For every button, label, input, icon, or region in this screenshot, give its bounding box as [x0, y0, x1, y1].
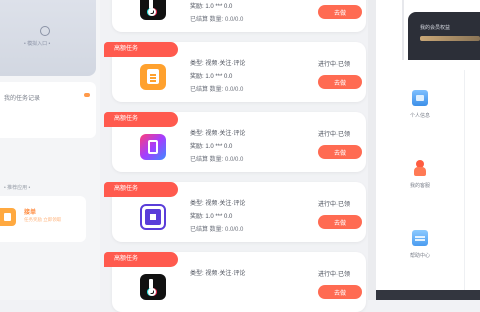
app-document-icon [0, 208, 16, 226]
help-center-menu-item[interactable]: 帮助中心 [396, 216, 456, 276]
task-record-label: 我的任务记录 [4, 96, 41, 102]
tiktok-logo-icon [140, 0, 166, 20]
chevron-right-icon [84, 93, 90, 97]
left-panel: • 模拟入口 • 我的任务记录 • 推荐应用 • 接单 任务奖励 立即领取 [0, 0, 100, 300]
header-divider [402, 0, 404, 60]
do-task-button[interactable]: 去做 [318, 285, 362, 299]
task-type: 类型: 视频·关注·评论 [190, 271, 246, 277]
task-status: 进行中·已领 [318, 62, 350, 68]
task-type: 类型: 视频·关注·评论 [190, 131, 246, 137]
task-type: 类型: 视频·关注·评论 [190, 201, 246, 207]
section-title: • 推荐应用 • [4, 185, 31, 191]
task-ribbon: 高额任务 [104, 112, 178, 127]
task-progress: 已结算 数量: 0.0/0.0 [190, 87, 244, 93]
task-record-card[interactable]: 我的任务记录 [0, 82, 96, 138]
task-card[interactable]: 高额任务 类型: 视频·关注·评论 进行中·已领 去做 [104, 252, 366, 312]
help-center-icon [412, 230, 428, 246]
task-progress: 已结算 数量: 0.0/0.0 [190, 227, 244, 233]
panel-divider [368, 0, 376, 300]
customer-service-menu-item[interactable]: 我的客服 [396, 146, 456, 206]
task-progress: 已结算 数量: 0.0/0.0 [190, 157, 244, 163]
bottom-bar [376, 290, 480, 300]
member-progress-bar [420, 36, 480, 41]
menu-item-label: 个人信息 [409, 113, 430, 119]
menu-item-label: 帮助中心 [409, 253, 430, 259]
task-reward: 奖励: 1.0 *** 0.0 [190, 74, 233, 80]
document-logo-icon [140, 64, 166, 90]
task-card[interactable]: 奖励: 1.0 *** 0.0 已结算 数量: 0.0/0.0 去做 [112, 0, 366, 32]
square-app-logo-icon [140, 204, 166, 230]
menu-item-label: 我的客服 [409, 183, 430, 189]
task-type: 类型: 视频·关注·评论 [190, 61, 246, 67]
task-status: 进行中·已领 [318, 272, 350, 278]
profile-menu-item[interactable]: 个人信息 [396, 76, 456, 136]
member-header: 我的会员权益 [376, 0, 480, 60]
profile-card-icon [412, 90, 428, 106]
recommended-app-card[interactable]: 接单 任务奖励 立即领取 [0, 196, 86, 242]
task-status: 进行中·已领 [318, 132, 350, 138]
gradient-app-logo-icon [140, 134, 166, 160]
task-reward: 奖励: 1.0 *** 0.0 [190, 144, 233, 150]
customer-service-icon [412, 160, 428, 176]
do-task-button[interactable]: 去做 [318, 145, 362, 159]
task-ribbon: 高额任务 [104, 182, 178, 197]
task-ribbon: 高额任务 [104, 252, 178, 267]
banner-icon [40, 26, 50, 36]
do-task-button[interactable]: 去做 [318, 5, 362, 19]
task-list: 奖励: 1.0 *** 0.0 已结算 数量: 0.0/0.0 去做 高额任务 … [104, 0, 368, 312]
app-subtitle: 任务奖励 立即领取 [24, 217, 62, 222]
member-card[interactable]: 我的会员权益 [408, 12, 480, 60]
task-card[interactable]: 高额任务 类型: 视频·关注·评论 奖励: 1.0 *** 0.0 已结算 数量… [104, 112, 366, 172]
left-banner[interactable]: • 模拟入口 • [0, 0, 96, 76]
task-reward: 奖励: 1.0 *** 0.0 [190, 4, 233, 10]
grid-divider [464, 70, 465, 290]
tiktok-logo-icon [140, 274, 166, 300]
task-card[interactable]: 高额任务 类型: 视频·关注·评论 奖励: 1.0 *** 0.0 已结算 数量… [104, 182, 366, 242]
task-ribbon: 高额任务 [104, 42, 178, 57]
task-reward: 奖励: 1.0 *** 0.0 [190, 214, 233, 220]
task-status: 进行中·已领 [318, 202, 350, 208]
do-task-button[interactable]: 去做 [318, 75, 362, 89]
right-panel: 我的会员权益 个人信息 我的客服 帮助中心 [376, 0, 480, 300]
app-title: 接单 [24, 210, 37, 216]
task-progress: 已结算 数量: 0.0/0.0 [190, 17, 244, 23]
member-card-title: 我的会员权益 [420, 25, 451, 31]
banner-text: • 模拟入口 • [24, 41, 51, 47]
do-task-button[interactable]: 去做 [318, 215, 362, 229]
task-card[interactable]: 高额任务 类型: 视频·关注·评论 奖励: 1.0 *** 0.0 已结算 数量… [104, 42, 366, 102]
